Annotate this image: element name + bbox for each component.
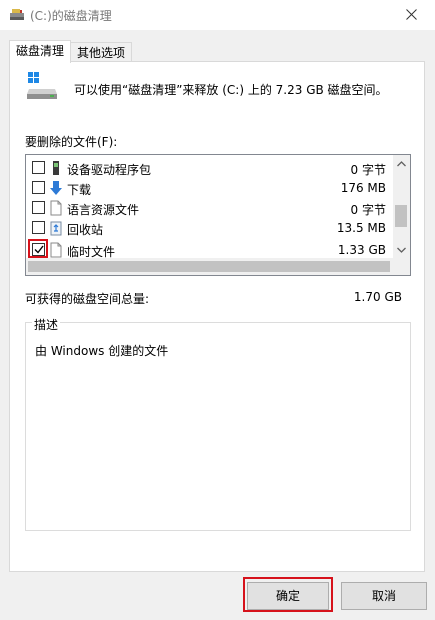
file-name: 回收站 — [67, 223, 104, 237]
tab-label: 磁盘清理 — [15, 44, 64, 58]
tab-label: 其他选项 — [76, 46, 125, 60]
list-item[interactable]: 语言资源文件 0 字节 — [27, 198, 394, 218]
window-title: (C:)的磁盘清理 — [30, 9, 112, 23]
file-size: 1.33 GB — [337, 243, 386, 257]
file-name: 语言资源文件 — [67, 203, 140, 217]
tab-more-options[interactable]: 其他选项 — [70, 42, 132, 63]
ok-button-highlight — [243, 577, 333, 612]
checkbox[interactable] — [32, 221, 45, 234]
checkbox[interactable] — [32, 181, 45, 194]
file-size: 13.5 MB — [336, 221, 386, 235]
disk-cleanup-icon — [10, 9, 24, 20]
file-name: 下载 — [67, 183, 92, 197]
checkbox[interactable] — [32, 161, 45, 174]
description-legend: 描述 — [32, 316, 61, 333]
scroll-up-icon[interactable] — [397, 161, 406, 167]
files-list[interactable]: 设备驱动程序包 0 字节 下载 176 MB 语言资源文件 0 字节 回收站 1… — [25, 154, 411, 276]
file-icon — [50, 200, 62, 216]
checkbox[interactable] — [32, 201, 45, 214]
scroll-thumb[interactable] — [395, 205, 407, 227]
total-space-label: 可获得的磁盘空间总量: — [25, 292, 150, 306]
intro-text: 可以使用“磁盘清理”来释放 (C:) 上的 7.23 GB 磁盘空间。 — [74, 83, 388, 97]
list-item[interactable]: 下载 176 MB — [27, 178, 394, 198]
file-size: 176 MB — [340, 181, 386, 195]
file-icon — [50, 242, 62, 258]
device-driver-icon — [53, 161, 59, 175]
list-item[interactable]: 设备驱动程序包 0 字节 — [27, 158, 394, 178]
description-text: 由 Windows 创建的文件 — [35, 344, 169, 358]
file-name: 设备驱动程序包 — [67, 163, 152, 177]
checkbox-highlight — [28, 239, 48, 258]
list-item[interactable]: 临时文件 1.33 GB — [27, 239, 394, 260]
recycle-bin-icon — [50, 221, 62, 236]
file-size: 0 字节 — [350, 163, 386, 177]
total-space-value: 1.70 GB — [353, 290, 402, 304]
tab-disk-cleanup[interactable]: 磁盘清理 — [9, 40, 71, 63]
scroll-thumb[interactable] — [28, 261, 390, 272]
title-bar: (C:)的磁盘清理 — [0, 0, 435, 30]
file-size: 0 字节 — [350, 203, 386, 217]
drive-icon — [27, 72, 57, 99]
close-button[interactable] — [389, 0, 435, 30]
files-to-delete-label: 要删除的文件(F): — [25, 135, 118, 149]
vertical-scrollbar[interactable] — [393, 155, 410, 258]
list-item[interactable]: 回收站 13.5 MB — [27, 218, 394, 238]
download-arrow-icon — [50, 181, 62, 195]
scroll-down-icon[interactable] — [397, 247, 406, 253]
cancel-button[interactable]: 取消 — [341, 582, 427, 610]
horizontal-scrollbar[interactable] — [26, 258, 410, 275]
close-icon — [406, 9, 417, 20]
